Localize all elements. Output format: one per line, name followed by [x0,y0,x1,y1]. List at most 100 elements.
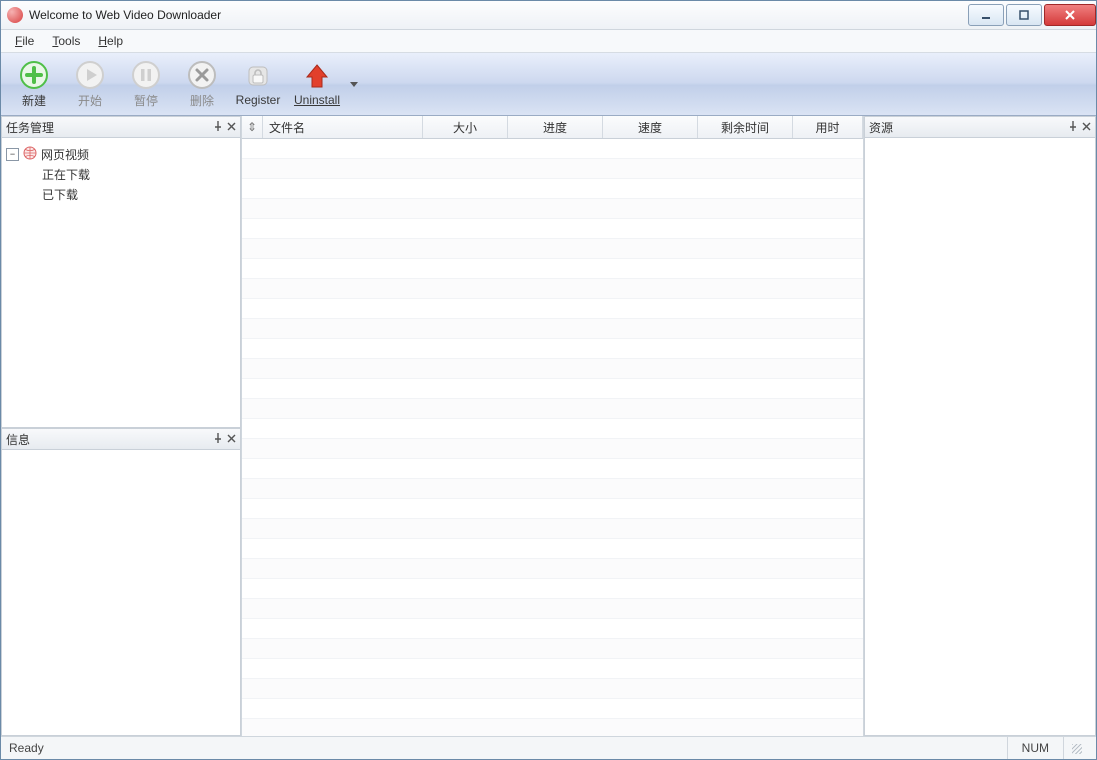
register-button[interactable]: Register [231,58,285,110]
column-size[interactable]: 大小 [423,116,508,138]
table-row[interactable] [242,619,863,639]
task-manager-header: 任务管理 [1,116,241,138]
tree-downloading-label: 正在下载 [42,166,90,183]
table-row[interactable] [242,559,863,579]
pin-icon[interactable] [213,432,223,446]
tree-root-row[interactable]: − 网页视频 [6,144,236,164]
start-label: 开始 [78,92,102,109]
resource-body [864,138,1096,736]
table-row[interactable] [242,459,863,479]
app-window: Welcome to Web Video Downloader File Too… [0,0,1097,760]
table-row[interactable] [242,219,863,239]
table-row[interactable] [242,359,863,379]
uninstall-button[interactable]: Uninstall [287,58,347,110]
task-manager-panel: 任务管理 − 网页视频 [1,116,241,428]
start-button[interactable]: 开始 [63,58,117,110]
table-row[interactable] [242,319,863,339]
table-row[interactable] [242,139,863,159]
info-header: 信息 [1,428,241,450]
grid-header: ⇕ 文件名 大小 进度 速度 剩余时间 用时 [242,116,863,139]
tree-downloaded-label: 已下载 [42,186,78,203]
pause-button[interactable]: 暂停 [119,58,173,110]
table-row[interactable] [242,439,863,459]
menu-tools[interactable]: Tools [44,32,88,50]
menu-file-label: ile [22,34,34,48]
table-row[interactable] [242,539,863,559]
new-button[interactable]: 新建 [7,58,61,110]
app-icon [7,7,23,23]
table-row[interactable] [242,259,863,279]
table-row[interactable] [242,599,863,619]
lock-icon [243,61,273,91]
pin-icon[interactable] [213,120,223,134]
play-circle-icon [75,60,105,90]
maximize-button[interactable] [1006,4,1042,26]
toolbar: 新建 开始 暂停 删除 Register [1,53,1096,116]
window-controls [966,4,1096,26]
table-row[interactable] [242,199,863,219]
plus-circle-icon [19,60,49,90]
table-row[interactable] [242,639,863,659]
table-row[interactable] [242,499,863,519]
tree-downloaded-row[interactable]: 已下载 [6,184,236,204]
table-row[interactable] [242,419,863,439]
x-circle-icon [187,60,217,90]
table-row[interactable] [242,579,863,599]
center-column: ⇕ 文件名 大小 进度 速度 剩余时间 用时 [242,116,863,736]
menu-file[interactable]: File [7,32,42,50]
table-row[interactable] [242,719,863,736]
table-row[interactable] [242,159,863,179]
menu-tools-label: ools [58,34,80,48]
register-label: Register [236,93,281,107]
table-row[interactable] [242,299,863,319]
arrow-up-icon [302,61,332,91]
resource-panel: 资源 [864,116,1096,736]
minimize-button[interactable] [968,4,1004,26]
close-icon [1063,9,1077,21]
tree-collapse-icon[interactable]: − [6,148,19,161]
info-body [1,450,241,736]
table-row[interactable] [242,659,863,679]
resize-grip-icon[interactable] [1068,740,1084,756]
table-row[interactable] [242,339,863,359]
uninstall-label: Uninstall [294,93,340,107]
grid-body[interactable] [242,139,863,736]
menu-help-label: elp [107,34,123,48]
table-row[interactable] [242,519,863,539]
uninstall-dropdown[interactable] [349,80,359,88]
column-remaining[interactable]: 剩余时间 [698,116,793,138]
column-progress[interactable]: 进度 [508,116,603,138]
table-row[interactable] [242,399,863,419]
titlebar: Welcome to Web Video Downloader [1,1,1096,30]
statusbar: Ready NUM [1,736,1096,759]
tree-downloading-row[interactable]: 正在下载 [6,164,236,184]
table-row[interactable] [242,179,863,199]
table-row[interactable] [242,699,863,719]
tree-root-label: 网页视频 [41,146,89,163]
table-row[interactable] [242,279,863,299]
resource-header: 资源 [864,116,1096,138]
pause-circle-icon [131,60,161,90]
panel-close-icon[interactable] [1082,120,1091,134]
close-button[interactable] [1044,4,1096,26]
window-title: Welcome to Web Video Downloader [29,8,966,22]
table-row[interactable] [242,679,863,699]
pin-icon[interactable] [1068,120,1078,134]
info-title: 信息 [6,431,213,448]
menubar: File Tools Help [1,30,1096,53]
table-row[interactable] [242,239,863,259]
status-num: NUM [1007,737,1063,759]
column-speed[interactable]: 速度 [603,116,698,138]
column-filename[interactable]: 文件名 [263,116,423,138]
table-row[interactable] [242,379,863,399]
chevron-down-icon [350,80,358,88]
status-ready: Ready [9,741,1007,755]
delete-button[interactable]: 删除 [175,58,229,110]
panel-close-icon[interactable] [227,432,236,446]
panel-close-icon[interactable] [227,120,236,134]
grid-handle-icon[interactable]: ⇕ [242,116,263,138]
table-row[interactable] [242,479,863,499]
info-panel: 信息 [1,428,241,736]
column-elapsed[interactable]: 用时 [793,116,863,138]
menu-help[interactable]: Help [90,32,131,50]
